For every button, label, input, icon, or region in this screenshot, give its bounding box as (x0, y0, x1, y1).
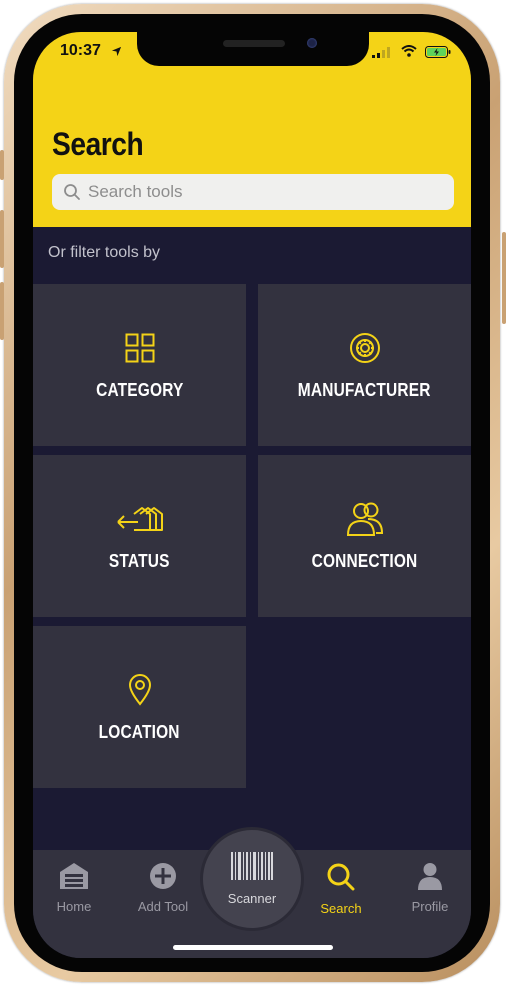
side-button-right (502, 232, 506, 324)
gear-icon (349, 330, 381, 366)
plus-circle-icon (149, 862, 177, 893)
status-time: 10:37 (60, 42, 101, 59)
tab-add-tool-label: Add Tool (137, 899, 189, 914)
home-indicator (173, 945, 333, 950)
notch (137, 32, 369, 66)
tab-profile[interactable]: Profile (395, 862, 465, 914)
scanner-label: Scanner (227, 891, 277, 906)
tab-add-tool[interactable]: Add Tool (128, 862, 198, 914)
tile-category-label: CATEGORY (95, 379, 184, 400)
garage-icon (59, 862, 89, 893)
tile-location-label: LOCATION (98, 721, 181, 742)
grid-icon (125, 330, 155, 366)
tile-status-label: STATUS (109, 550, 170, 571)
tile-connection-label: CONNECTION (311, 550, 418, 571)
wifi-icon (401, 44, 417, 62)
page-title: Search (52, 126, 144, 162)
people-icon (346, 501, 384, 537)
tile-status[interactable]: STATUS (33, 455, 246, 617)
tile-category[interactable]: CATEGORY (33, 284, 246, 446)
person-icon (417, 862, 443, 893)
battery-charging-icon (425, 45, 451, 63)
tab-search[interactable]: Search (306, 862, 376, 916)
tab-home-label: Home (56, 899, 92, 914)
status-arrow-icon (116, 501, 164, 537)
tab-search-label: Search (320, 901, 362, 916)
tile-manufacturer-label: MANUFACTURER (298, 379, 431, 400)
tab-profile-label: Profile (411, 899, 449, 914)
search-box[interactable] (52, 174, 454, 210)
side-button-left-3 (0, 282, 4, 340)
tile-manufacturer[interactable]: MANUFACTURER (258, 284, 471, 446)
tile-connection[interactable]: CONNECTION (258, 455, 471, 617)
app-screen: 10:37 Search Search tools Or filter tool… (33, 32, 471, 958)
side-button-left-2 (0, 210, 4, 268)
side-button-left-1 (0, 150, 4, 180)
tile-location[interactable]: LOCATION (33, 626, 246, 788)
map-pin-icon (128, 672, 152, 708)
search-tab-icon (326, 862, 356, 895)
front-camera (307, 38, 317, 48)
location-arrow-icon (111, 44, 122, 62)
speaker-grille (223, 40, 285, 47)
barcode-icon (231, 852, 273, 885)
scanner-button[interactable]: Scanner (203, 830, 301, 928)
cellular-signal-icon (372, 45, 392, 63)
tab-home[interactable]: Home (39, 862, 109, 914)
search-icon (56, 183, 88, 201)
filter-label: Or filter tools by (48, 244, 161, 261)
search-input[interactable] (88, 182, 428, 202)
